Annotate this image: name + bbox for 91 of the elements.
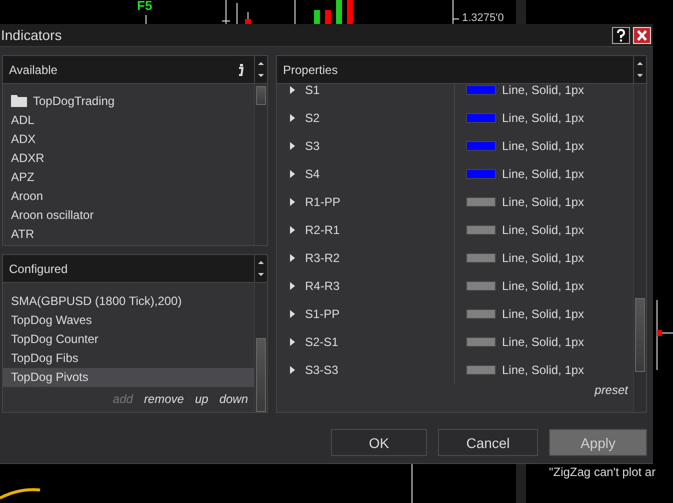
scrollbar-thumb[interactable] — [635, 298, 645, 372]
color-swatch[interactable] — [466, 225, 496, 235]
expand-arrow-icon[interactable] — [290, 366, 295, 374]
chart-message: "ZigZag can't plot ar — [549, 465, 656, 479]
property-value: Line, Solid, 1px — [502, 363, 584, 377]
action-link[interactable]: remove — [144, 392, 184, 406]
indicator-item[interactable]: ATR — [3, 224, 254, 243]
color-swatch[interactable] — [466, 197, 496, 207]
scroll-arrows-icon[interactable] — [254, 255, 267, 282]
property-name: R2-R1 — [305, 223, 340, 237]
property-name: S3-S3 — [305, 363, 338, 377]
expand-arrow-icon[interactable] — [290, 170, 295, 178]
property-value: Line, Solid, 1px — [502, 84, 584, 97]
expand-arrow-icon[interactable] — [290, 338, 295, 346]
expand-arrow-icon[interactable] — [290, 226, 295, 234]
close-icon[interactable] — [633, 26, 651, 44]
expand-arrow-icon[interactable] — [290, 86, 295, 94]
candle-wick — [294, 0, 296, 24]
indicator-item[interactable]: TopDog Pivots — [3, 368, 254, 387]
folder-item[interactable]: TopDogTrading — [3, 91, 254, 110]
property-name: S2-S1 — [305, 335, 338, 349]
expand-arrow-icon[interactable] — [290, 198, 295, 206]
property-value: Line, Solid, 1px — [502, 251, 584, 265]
expand-arrow-icon[interactable] — [290, 114, 295, 122]
candlestick — [222, 0, 230, 24]
candlestick — [325, 10, 331, 24]
candlestick — [347, 0, 353, 24]
property-name: R1-PP — [305, 195, 340, 209]
property-name: S1 — [305, 84, 320, 97]
indicator-item[interactable]: Aroon — [3, 186, 254, 205]
color-swatch[interactable] — [466, 309, 496, 319]
panel-title: Properties — [282, 62, 339, 76]
action-link[interactable]: up — [194, 392, 208, 406]
indicator-item[interactable]: TopDog Counter — [3, 330, 254, 349]
chart-marker-label: F5 — [137, 0, 152, 13]
expand-arrow-icon[interactable] — [290, 142, 295, 150]
candlestick — [314, 10, 320, 24]
color-swatch[interactable] — [466, 281, 496, 291]
color-swatch[interactable] — [466, 169, 496, 179]
property-value: Line, Solid, 1px — [502, 139, 584, 153]
property-name: S2 — [305, 111, 320, 125]
color-swatch[interactable] — [466, 253, 496, 263]
property-value: Line, Solid, 1px — [502, 195, 584, 209]
price-axis-tick — [452, 0, 460, 24]
color-swatch[interactable] — [466, 141, 496, 151]
folder-icon — [11, 94, 27, 107]
property-name: S3 — [305, 139, 320, 153]
property-name: R4-R3 — [305, 279, 340, 293]
color-swatch[interactable] — [466, 365, 496, 375]
property-value: Line, Solid, 1px — [502, 335, 584, 349]
scroll-arrows-icon[interactable] — [633, 56, 646, 83]
dialog-button[interactable]: Cancel — [438, 429, 538, 456]
property-name: R3-R2 — [305, 251, 340, 265]
candlestick — [336, 0, 342, 24]
property-value: Line, Solid, 1px — [502, 111, 584, 125]
expand-arrow-icon[interactable] — [290, 254, 295, 262]
action-link[interactable]: down — [219, 392, 248, 406]
preset-link[interactable]: preset — [594, 383, 628, 397]
window-title: Indicators — [0, 27, 62, 43]
expand-arrow-icon[interactable] — [290, 310, 295, 318]
candlestick — [656, 300, 673, 370]
color-swatch[interactable] — [466, 337, 496, 347]
indicator-item[interactable]: ADXR — [3, 148, 254, 167]
color-swatch[interactable] — [466, 113, 496, 123]
info-icon[interactable] — [238, 64, 244, 76]
indicator-item[interactable]: TopDog Fibs — [3, 349, 254, 368]
property-value: Line, Solid, 1px — [502, 223, 584, 237]
dialog-button[interactable]: OK — [331, 429, 427, 456]
candle-wick — [236, 2, 238, 24]
indicator-item[interactable]: ADL — [3, 110, 254, 129]
indicator-item[interactable]: ADX — [3, 129, 254, 148]
color-swatch[interactable] — [466, 85, 496, 95]
property-value: Line, Solid, 1px — [502, 307, 584, 321]
property-name: S1-PP — [305, 307, 340, 321]
panel-title: Available — [8, 62, 58, 76]
panel-title: Configured — [8, 262, 69, 276]
help-icon[interactable] — [612, 26, 630, 44]
candlestick — [245, 12, 251, 24]
indicator-line — [0, 488, 40, 500]
property-value: Line, Solid, 1px — [502, 167, 584, 181]
indicator-item[interactable]: Aroon oscillator — [3, 205, 254, 224]
indicator-item[interactable]: APZ — [3, 167, 254, 186]
property-value: Line, Solid, 1px — [502, 279, 584, 293]
property-name: S4 — [305, 167, 320, 181]
expand-arrow-icon[interactable] — [290, 282, 295, 290]
scrollbar-thumb[interactable] — [256, 86, 266, 105]
scroll-arrows-icon[interactable] — [254, 56, 267, 83]
indicator-item[interactable]: SMA(GBPUSD (1800 Tick),200) — [3, 292, 254, 311]
indicator-item[interactable]: TopDog Waves — [3, 311, 254, 330]
scrollbar-thumb[interactable] — [256, 338, 266, 412]
price-axis-label: 1.3275'0 — [462, 12, 504, 24]
